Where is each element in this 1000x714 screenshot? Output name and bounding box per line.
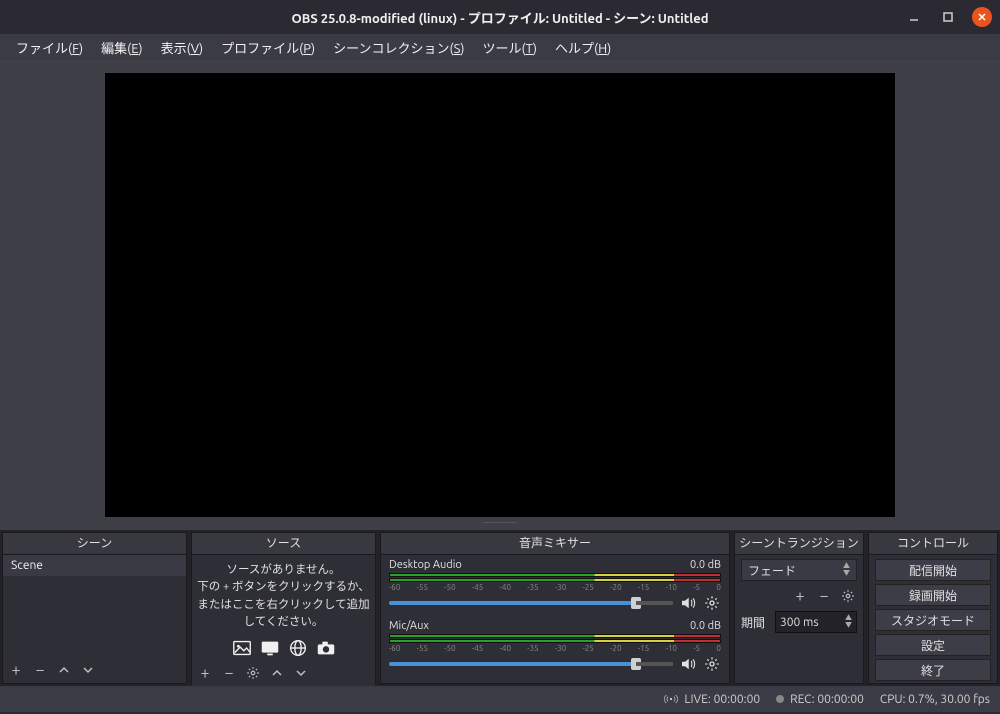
mixer-meter (389, 578, 721, 582)
status-live: LIVE: 00:00:00 (664, 692, 760, 706)
source-properties-button[interactable] (244, 664, 262, 682)
mixer-channel-db: 0.0 dB (690, 620, 721, 632)
menu-help[interactable]: ヘルプ(H) (547, 35, 619, 60)
statusbar: LIVE: 00:00:00 REC: 00:00:00 CPU: 0.7%, … (0, 686, 1000, 712)
window-title: OBS 25.0.8-modified (linux) - プロファイル: Un… (0, 8, 1000, 27)
dock-mixer-title: 音声ミキサー (381, 533, 729, 555)
dock-mixer: 音声ミキサー Desktop Audio 0.0 dB -60-55-50-45… (380, 532, 730, 684)
status-rec: REC: 00:00:00 (776, 693, 864, 706)
exit-button[interactable]: 終了 (875, 659, 991, 681)
maximize-button[interactable] (938, 7, 958, 27)
dock-sources-title: ソース (192, 533, 375, 555)
gear-icon[interactable] (703, 655, 721, 673)
titlebar: OBS 25.0.8-modified (linux) - プロファイル: Un… (0, 0, 1000, 34)
transition-add-button[interactable]: + (791, 587, 809, 605)
transition-remove-button[interactable]: − (815, 587, 833, 605)
mixer-channel-desktop: Desktop Audio 0.0 dB -60-55-50-45-40-35-… (389, 559, 721, 612)
start-streaming-button[interactable]: 配信開始 (875, 559, 991, 581)
dock-scenes-title: シーン (3, 533, 186, 555)
menu-edit[interactable]: 編集(E) (93, 35, 151, 60)
menu-file[interactable]: ファイル(F) (8, 35, 91, 60)
record-dot-icon (776, 695, 784, 703)
dock-controls: コントロール 配信開始 録画開始 スタジオモード 設定 終了 (868, 532, 998, 684)
dock-scenes: シーン Scene + − (2, 532, 187, 684)
globe-source-icon (286, 636, 310, 660)
mixer-meter (389, 634, 721, 638)
mixer-channel-mic: Mic/Aux 0.0 dB -60-55-50-45-40-35-30-25-… (389, 620, 721, 673)
source-move-up-button[interactable] (268, 664, 286, 682)
camera-source-icon (314, 636, 338, 660)
mixer-meter (389, 573, 721, 577)
transition-duration-input[interactable]: 300 ms ▲▼ (775, 611, 857, 633)
dock-controls-title: コントロール (869, 533, 997, 555)
mixer-meter (389, 639, 721, 643)
mixer-ticks: -60-55-50-45-40-35-30-25-20-15-10-50 (389, 583, 721, 592)
mixer-volume-slider[interactable] (389, 601, 673, 605)
scene-move-up-button[interactable] (55, 661, 73, 679)
docks-row: シーン Scene + − ソース ソースがありません。 下の + ボタンをクリ… (0, 530, 1000, 686)
settings-button[interactable]: 設定 (875, 634, 991, 656)
mixer-channel-name: Mic/Aux (389, 620, 429, 632)
speaker-icon[interactable] (679, 594, 697, 612)
menu-view[interactable]: 表示(V) (153, 35, 212, 60)
preview-canvas[interactable] (105, 73, 895, 517)
scene-remove-button[interactable]: − (31, 661, 49, 679)
dock-sources: ソース ソースがありません。 下の + ボタンをクリックするか、 またはここを右… (191, 532, 376, 684)
display-source-icon (258, 636, 282, 660)
menu-tools[interactable]: ツール(T) (475, 35, 545, 60)
transition-properties-button[interactable] (839, 587, 857, 605)
mixer-channel-name: Desktop Audio (389, 559, 462, 571)
menu-profile[interactable]: プロファイル(P) (213, 35, 323, 60)
studio-mode-button[interactable]: スタジオモード (875, 609, 991, 631)
source-remove-button[interactable]: − (220, 664, 238, 682)
speaker-icon[interactable] (679, 655, 697, 673)
scene-move-down-button[interactable] (79, 661, 97, 679)
preview-area: ┈┈┈┈ (0, 60, 1000, 530)
dock-drag-handle[interactable]: ┈┈┈┈ (483, 517, 517, 528)
mixer-ticks: -60-55-50-45-40-35-30-25-20-15-10-50 (389, 644, 721, 653)
mixer-volume-slider[interactable] (389, 662, 673, 666)
menubar: ファイル(F) 編集(E) 表示(V) プロファイル(P) シーンコレクション(… (0, 34, 1000, 60)
source-add-button[interactable]: + (196, 664, 214, 682)
transition-duration-label: 期間 (741, 614, 771, 631)
dock-transitions: シーントランジション フェード ▲▼ + − 期間 300 ms ▲▼ (734, 532, 864, 684)
image-source-icon (230, 636, 254, 660)
gear-icon[interactable] (703, 594, 721, 612)
transition-select[interactable]: フェード ▲▼ (741, 559, 857, 581)
scene-list-item[interactable]: Scene (3, 555, 186, 576)
close-button[interactable] (972, 7, 992, 27)
status-cpu: CPU: 0.7%, 30.00 fps (880, 693, 990, 706)
dock-transitions-title: シーントランジション (735, 533, 863, 555)
mixer-channel-db: 0.0 dB (690, 559, 721, 571)
menu-scene-collection[interactable]: シーンコレクション(S) (325, 35, 472, 60)
broadcast-icon (664, 692, 678, 706)
sources-empty-text: ソースがありません。 下の + ボタンをクリックするか、 またはここを右クリック… (192, 555, 375, 632)
start-recording-button[interactable]: 録画開始 (875, 584, 991, 606)
scene-add-button[interactable]: + (7, 661, 25, 679)
source-move-down-button[interactable] (292, 664, 310, 682)
minimize-button[interactable] (904, 7, 924, 27)
